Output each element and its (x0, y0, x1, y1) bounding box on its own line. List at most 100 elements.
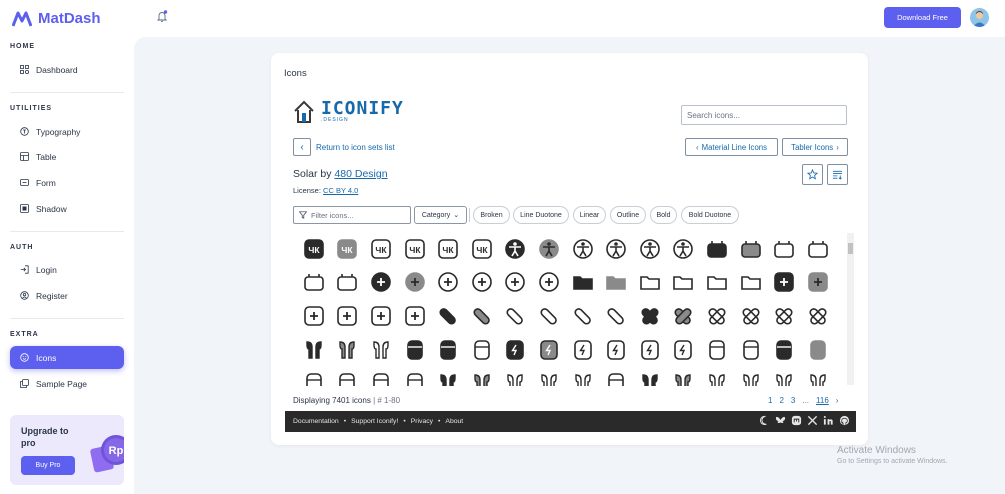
category-select[interactable]: Category ⌄ (414, 206, 467, 224)
icon-preview[interactable] (633, 299, 667, 333)
sidebar-item-dashboard[interactable]: Dashboard (10, 58, 124, 81)
chip-bold[interactable]: Bold (650, 206, 677, 224)
sidebar-item-form[interactable]: Form (10, 171, 124, 194)
icon-preview[interactable]: ЧК (431, 232, 465, 266)
sidebar-item-sample-page[interactable]: Sample Page (10, 372, 124, 395)
icon-preview[interactable] (331, 266, 365, 300)
icon-preview[interactable] (398, 299, 432, 333)
icon-preview[interactable] (331, 299, 365, 333)
icon-preview[interactable] (364, 266, 398, 300)
sidebar-item-login[interactable]: Login (10, 258, 124, 281)
icon-preview[interactable] (700, 232, 734, 266)
icon-preview[interactable] (297, 333, 331, 367)
icon-preview[interactable] (532, 333, 566, 367)
icon-preview[interactable] (364, 366, 398, 386)
download-free-button[interactable]: Download Free (884, 7, 961, 28)
icon-preview[interactable] (633, 333, 667, 367)
icon-preview[interactable] (566, 366, 600, 386)
page-last[interactable]: 116 (816, 396, 829, 405)
icon-preview[interactable] (767, 232, 801, 266)
icon-preview[interactable] (499, 232, 533, 266)
icon-preview[interactable] (767, 266, 801, 300)
icon-preview[interactable] (633, 366, 667, 386)
filter-input[interactable]: Filter icons... (293, 206, 411, 224)
footer-link-about[interactable]: About (445, 418, 463, 425)
icon-preview[interactable] (566, 299, 600, 333)
icon-preview[interactable] (297, 266, 331, 300)
notification-bell-icon[interactable] (156, 10, 168, 28)
prev-set-button[interactable]: ‹ Material Line Icons (685, 138, 778, 156)
icon-preview[interactable] (599, 333, 633, 367)
icon-preview[interactable] (633, 232, 667, 266)
dark-mode-icon[interactable] (759, 415, 770, 426)
iconify-logo[interactable]: ICONIFY .DESIGN (293, 100, 404, 124)
chip-outline[interactable]: Outline (610, 206, 646, 224)
icon-preview[interactable] (431, 333, 465, 367)
icon-preview[interactable] (667, 366, 701, 386)
x-twitter-icon[interactable] (807, 415, 818, 426)
icon-preview[interactable] (734, 232, 768, 266)
sidebar-item-table[interactable]: Table (10, 145, 124, 168)
license-link[interactable]: CC BY 4.0 (323, 186, 358, 195)
icon-preview[interactable] (499, 366, 533, 386)
icon-preview[interactable] (801, 299, 835, 333)
icon-preview[interactable] (431, 366, 465, 386)
icon-preview[interactable] (566, 333, 600, 367)
icon-preview[interactable] (734, 266, 768, 300)
sidebar-item-shadow[interactable]: Shadow (10, 197, 124, 220)
icon-preview[interactable] (532, 232, 566, 266)
icon-preview[interactable] (532, 366, 566, 386)
icon-preview[interactable] (767, 366, 801, 386)
next-page-icon[interactable]: › (836, 396, 839, 405)
icon-preview[interactable] (700, 333, 734, 367)
icon-preview[interactable] (364, 299, 398, 333)
icon-preview[interactable] (499, 266, 533, 300)
mastodon-icon[interactable] (791, 415, 802, 426)
icon-preview[interactable] (734, 299, 768, 333)
favorite-button[interactable] (802, 164, 823, 185)
footer-link-support[interactable]: Support Iconify! (351, 418, 398, 425)
list-view-button[interactable] (827, 164, 848, 185)
icon-preview[interactable] (566, 232, 600, 266)
chip-line-duotone[interactable]: Line Duotone (513, 206, 569, 224)
footer-link-documentation[interactable]: Documentation (293, 418, 339, 425)
icon-preview[interactable] (297, 366, 331, 386)
icon-preview[interactable] (465, 366, 499, 386)
icon-preview[interactable]: ЧК (398, 232, 432, 266)
scrollbar-thumb[interactable] (848, 243, 853, 254)
icon-preview[interactable] (331, 333, 365, 367)
avatar[interactable] (970, 8, 989, 27)
search-input[interactable]: Search icons... (681, 105, 847, 125)
sidebar-item-icons[interactable]: Icons (10, 346, 124, 369)
icon-preview[interactable] (667, 232, 701, 266)
icon-preview[interactable] (599, 366, 633, 386)
icon-preview[interactable] (599, 232, 633, 266)
icon-preview[interactable] (499, 333, 533, 367)
icon-preview[interactable]: ЧК (364, 232, 398, 266)
buy-pro-button[interactable]: Buy Pro (21, 456, 75, 475)
icon-preview[interactable] (667, 299, 701, 333)
next-set-button[interactable]: Tabler Icons › (782, 138, 848, 156)
page-2[interactable]: 2 (779, 396, 783, 405)
icon-preview[interactable] (431, 299, 465, 333)
icon-preview[interactable] (700, 266, 734, 300)
github-icon[interactable] (839, 415, 850, 426)
icon-preview[interactable] (767, 333, 801, 367)
chip-linear[interactable]: Linear (573, 206, 606, 224)
return-link[interactable]: Return to icon sets list (316, 143, 395, 152)
icon-preview[interactable] (532, 299, 566, 333)
icon-preview[interactable] (465, 266, 499, 300)
icon-preview[interactable] (801, 366, 835, 386)
icon-preview[interactable] (331, 366, 365, 386)
icon-preview[interactable] (667, 266, 701, 300)
icon-preview[interactable]: ЧК (297, 232, 331, 266)
icon-preview[interactable] (700, 366, 734, 386)
icon-preview[interactable] (599, 299, 633, 333)
chip-bold-duotone[interactable]: Bold Duotone (681, 206, 739, 224)
icon-preview[interactable] (801, 232, 835, 266)
app-logo[interactable]: MatDash (12, 10, 101, 27)
icon-preview[interactable] (566, 266, 600, 300)
icon-preview[interactable] (700, 299, 734, 333)
icon-preview[interactable] (532, 266, 566, 300)
icon-preview[interactable] (431, 266, 465, 300)
